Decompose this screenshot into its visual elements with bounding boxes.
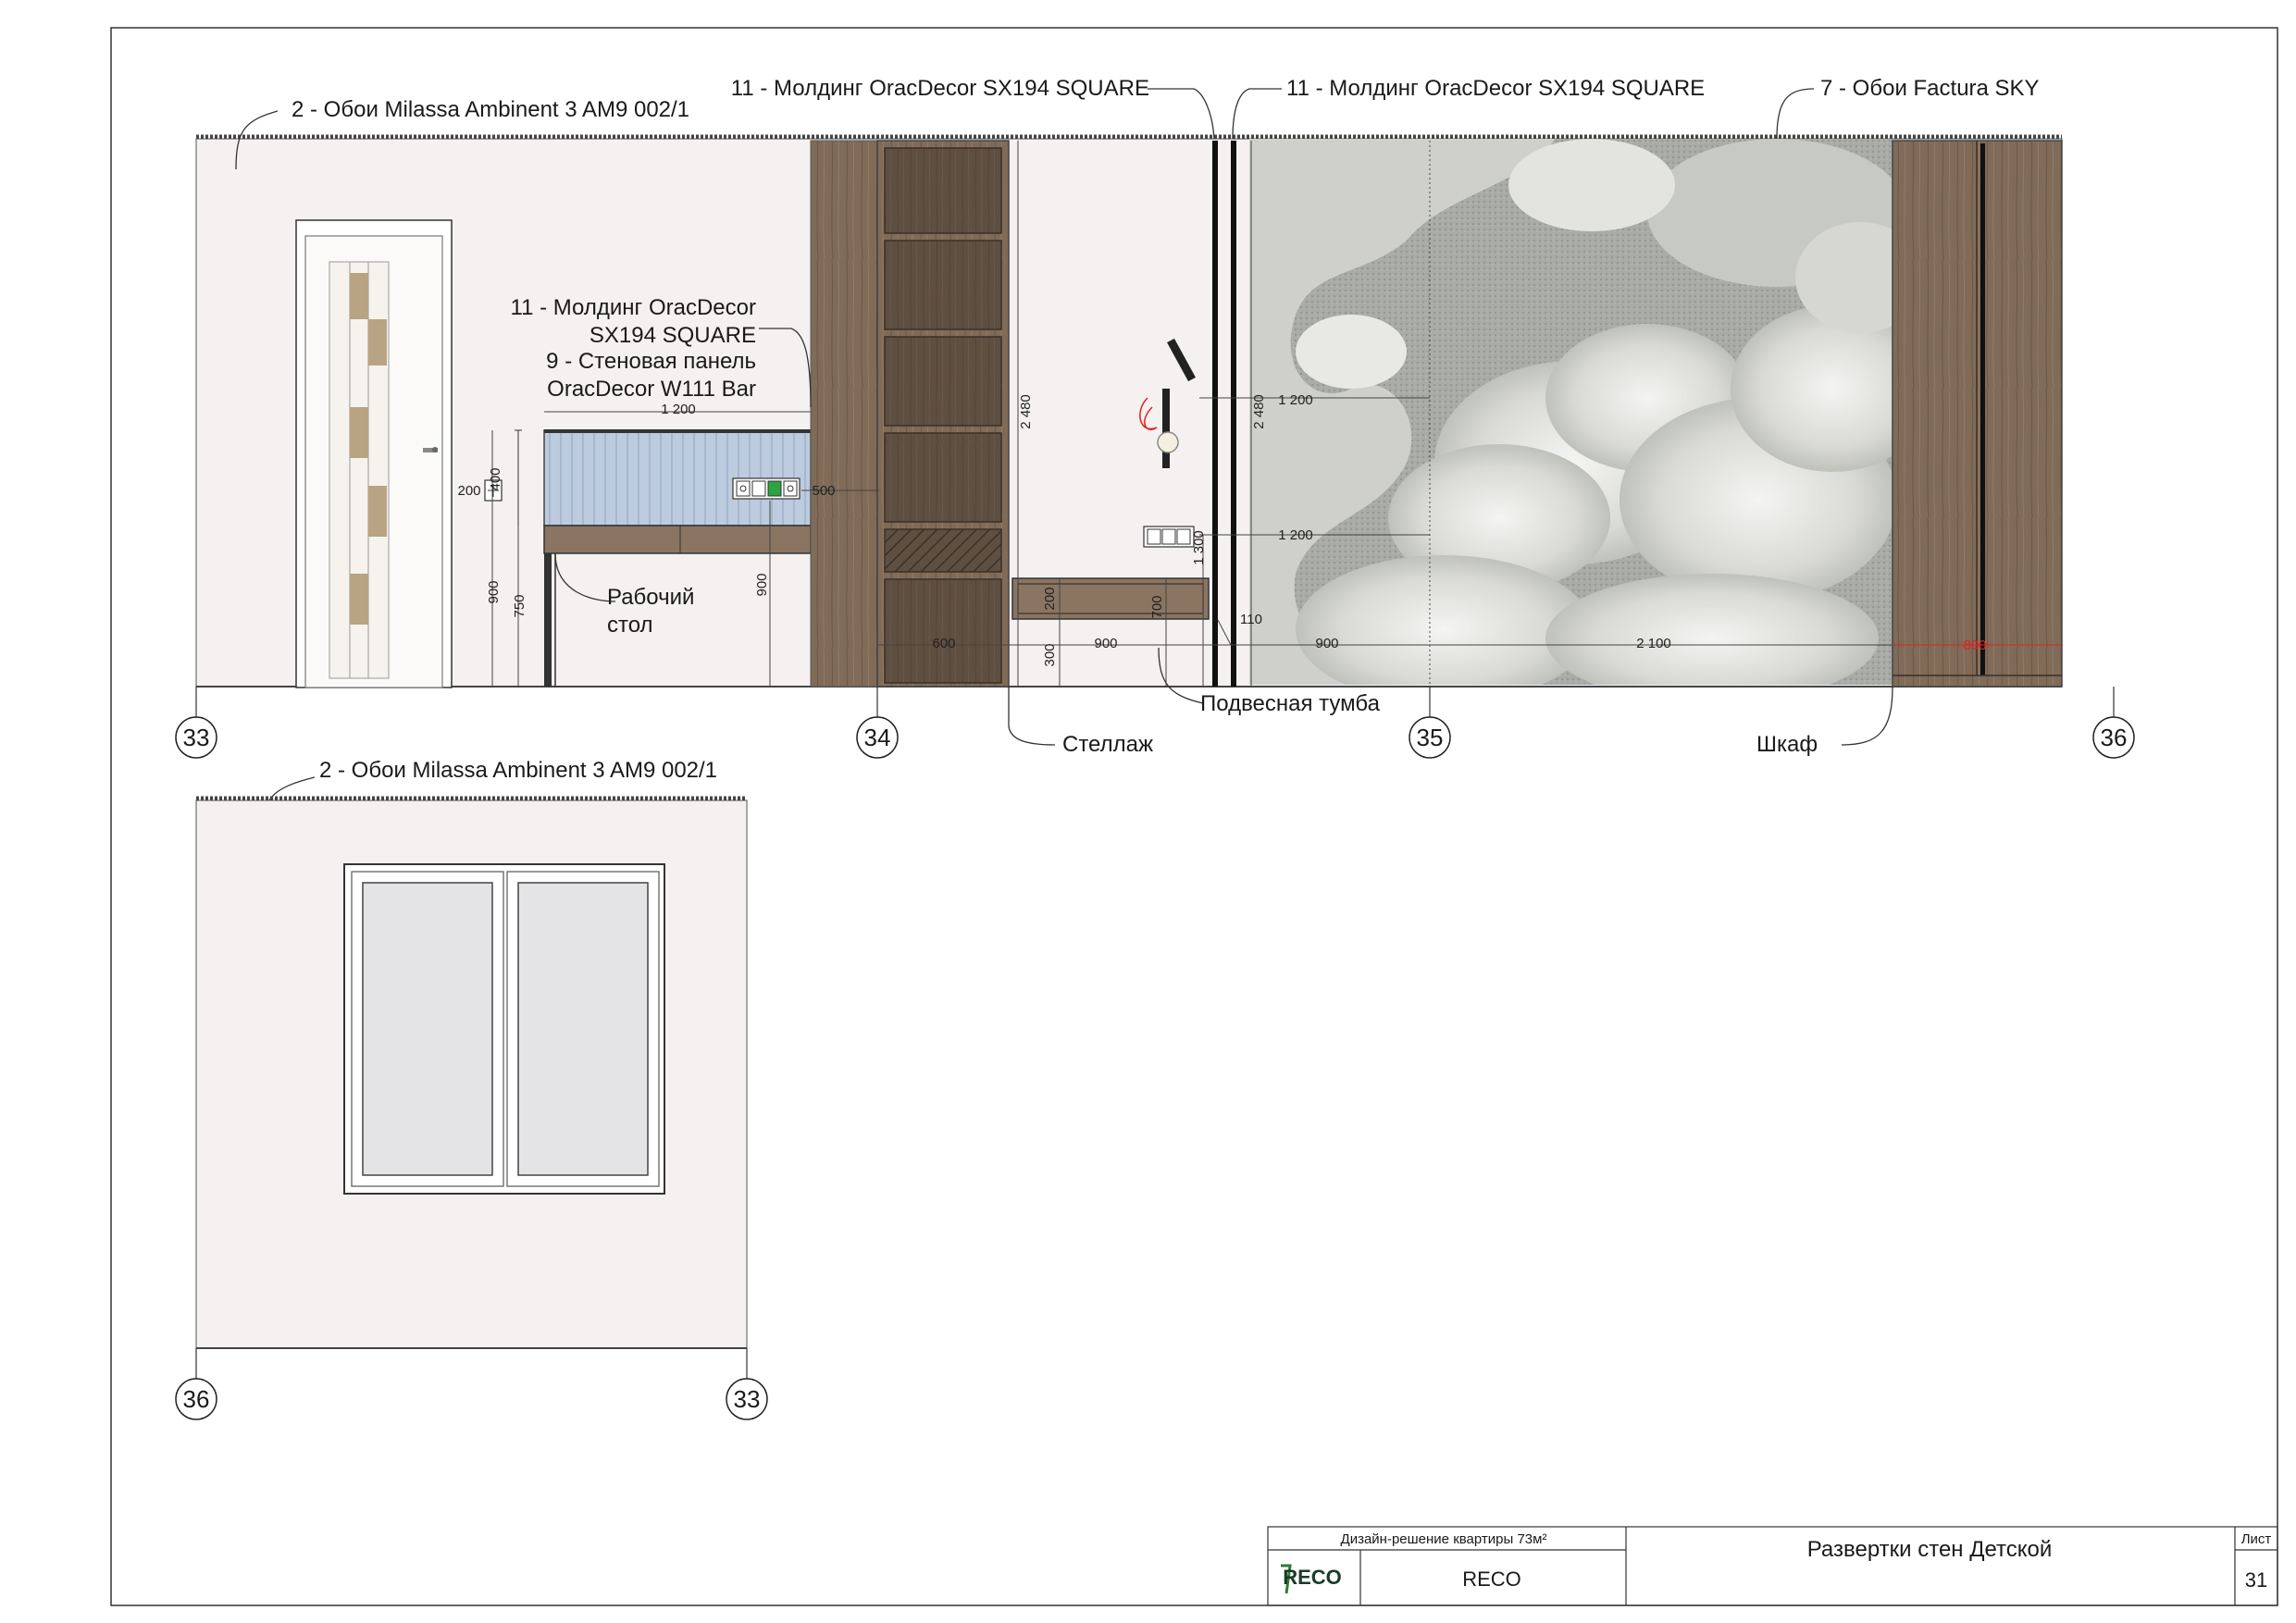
cabinet-sockets	[1143, 526, 1195, 548]
wood-column	[810, 140, 878, 688]
molding-strip-1	[1212, 141, 1218, 687]
dim-2100: 2 100	[1636, 636, 1671, 651]
door	[295, 219, 453, 688]
dim-700: 700	[1149, 595, 1165, 618]
molding-strip-2	[1231, 141, 1236, 687]
dim-1200-desk: 1 200	[661, 402, 696, 417]
drawing-sheet: 2 - Обои Milassa Ambinent 3 AM9 002/1 11…	[110, 27, 2278, 1606]
dim-200-switch: 200	[457, 483, 480, 499]
dim-2480-right: 2 480	[1251, 394, 1267, 429]
dim-900-left: 900	[486, 580, 502, 603]
label-cabinet: Подвесная тумба	[1200, 691, 1381, 716]
label-shelf: Стеллаж	[1062, 732, 1153, 757]
wardrobe	[1892, 140, 2063, 688]
label-wallpaper-sky: 7 - Обои Factura SKY	[1820, 76, 2040, 101]
dim-300: 300	[1042, 643, 1058, 666]
dim-2480-left: 2 480	[1018, 394, 1034, 429]
label-molding-3-line1: 11 - Молдинг OracDecor	[511, 295, 756, 320]
label-wallpaper-2: 2 - Обои Milassa Ambinent 3 AM9 002/1	[319, 758, 717, 783]
shelf-unit	[876, 140, 1010, 688]
desk-sockets	[732, 477, 800, 500]
label-desk-line2: стол	[607, 613, 653, 638]
dim-600: 600	[932, 636, 955, 651]
upper-elevation	[195, 88, 2115, 824]
dim-1200-sconce: 1 200	[1278, 392, 1313, 408]
dim-200-cabinet: 200	[1042, 587, 1058, 610]
label-panel-line1: 9 - Стеновая панель	[546, 349, 756, 374]
dim-400: 400	[488, 467, 503, 490]
dim-750: 750	[512, 594, 527, 617]
axis-33b: 33	[734, 1385, 761, 1413]
axis-34: 34	[864, 724, 891, 751]
label-molding-2: 11 - Молдинг OracDecor SX194 SQUARE	[1286, 76, 1705, 101]
label-molding-1: 11 - Молдинг OracDecor SX194 SQUARE	[731, 76, 1149, 101]
lower-elevation	[195, 796, 748, 1379]
dim-1300: 1 300	[1191, 530, 1207, 565]
sheet-title: Развертки стен Детской	[1807, 1537, 2053, 1562]
dim-900-socket: 900	[754, 573, 770, 596]
label-panel-line2: OracDecor W111 Bar	[547, 377, 756, 402]
label-wardrobe: Шкаф	[1756, 732, 1818, 757]
label-wallpaper-1: 2 - Обои Milassa Ambinent 3 AM9 002/1	[292, 97, 689, 122]
sky-wallpaper	[1249, 139, 1893, 685]
dim-500: 500	[812, 483, 835, 499]
sheet-number: 31	[2245, 1568, 2267, 1592]
label-molding-3-line2: SX194 SQUARE	[590, 323, 756, 348]
dim-800: 800	[1963, 638, 1986, 653]
axis-33: 33	[183, 724, 210, 751]
company-name: RECO	[1462, 1567, 1521, 1591]
sheet-label: Лист	[2241, 1531, 2272, 1547]
axis-36: 36	[2101, 724, 2128, 751]
window	[343, 863, 665, 1195]
axis-35: 35	[1417, 724, 1444, 751]
reco-logo: RECO	[1283, 1566, 1342, 1589]
dim-1200-socket: 1 200	[1278, 527, 1313, 543]
dim-900-right: 900	[1315, 636, 1338, 651]
label-desk-line1: Рабочий	[607, 585, 694, 610]
dim-110: 110	[1240, 612, 1262, 627]
axis-36b: 36	[183, 1385, 210, 1413]
project-title: Дизайн-решение квартиры 73м²	[1341, 1531, 1547, 1547]
dim-900-cabinet: 900	[1094, 636, 1117, 651]
